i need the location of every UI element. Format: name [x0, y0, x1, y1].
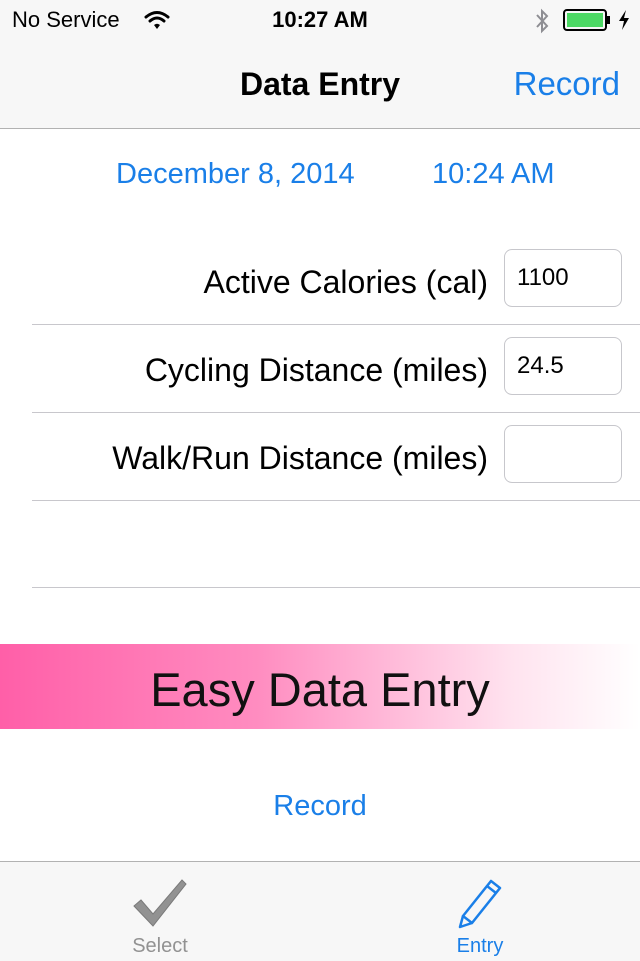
- empty-row: [32, 500, 640, 588]
- record-button[interactable]: Record: [0, 790, 640, 823]
- tab-entry-label: Entry: [456, 935, 504, 957]
- entry-row-active-calories: Active Calories (cal): [32, 236, 640, 325]
- nav-bar: Data Entry Record: [0, 40, 640, 129]
- tab-select[interactable]: Select: [0, 862, 320, 961]
- tab-entry[interactable]: Entry: [320, 862, 640, 961]
- checkmark-icon: [133, 879, 187, 927]
- battery-icon: [563, 9, 610, 31]
- bluetooth-icon: [536, 8, 549, 34]
- nav-record-button[interactable]: Record: [514, 65, 620, 103]
- active-calories-label: Active Calories (cal): [203, 264, 488, 300]
- banner-text: Easy Data Entry: [150, 663, 490, 716]
- pencil-icon: [458, 879, 502, 929]
- active-calories-input[interactable]: [504, 249, 622, 307]
- tab-bar: Select Entry: [0, 861, 640, 961]
- time-picker-button[interactable]: 10:24 AM: [432, 158, 555, 191]
- tab-select-label: Select: [132, 935, 188, 957]
- ad-banner[interactable]: Easy Data Entry: [0, 644, 640, 729]
- entry-row-cycling-distance: Cycling Distance (miles): [32, 324, 640, 413]
- date-picker-button[interactable]: December 8, 2014: [116, 158, 355, 191]
- walk-run-distance-input[interactable]: [504, 425, 622, 483]
- charging-icon: [619, 10, 629, 30]
- cycling-distance-input[interactable]: [504, 337, 622, 395]
- walk-run-distance-label: Walk/Run Distance (miles): [112, 440, 488, 476]
- status-bar: No Service 10:27 AM: [0, 0, 640, 40]
- entry-row-walk-run-distance: Walk/Run Distance (miles): [32, 412, 640, 501]
- cycling-distance-label: Cycling Distance (miles): [144, 352, 488, 388]
